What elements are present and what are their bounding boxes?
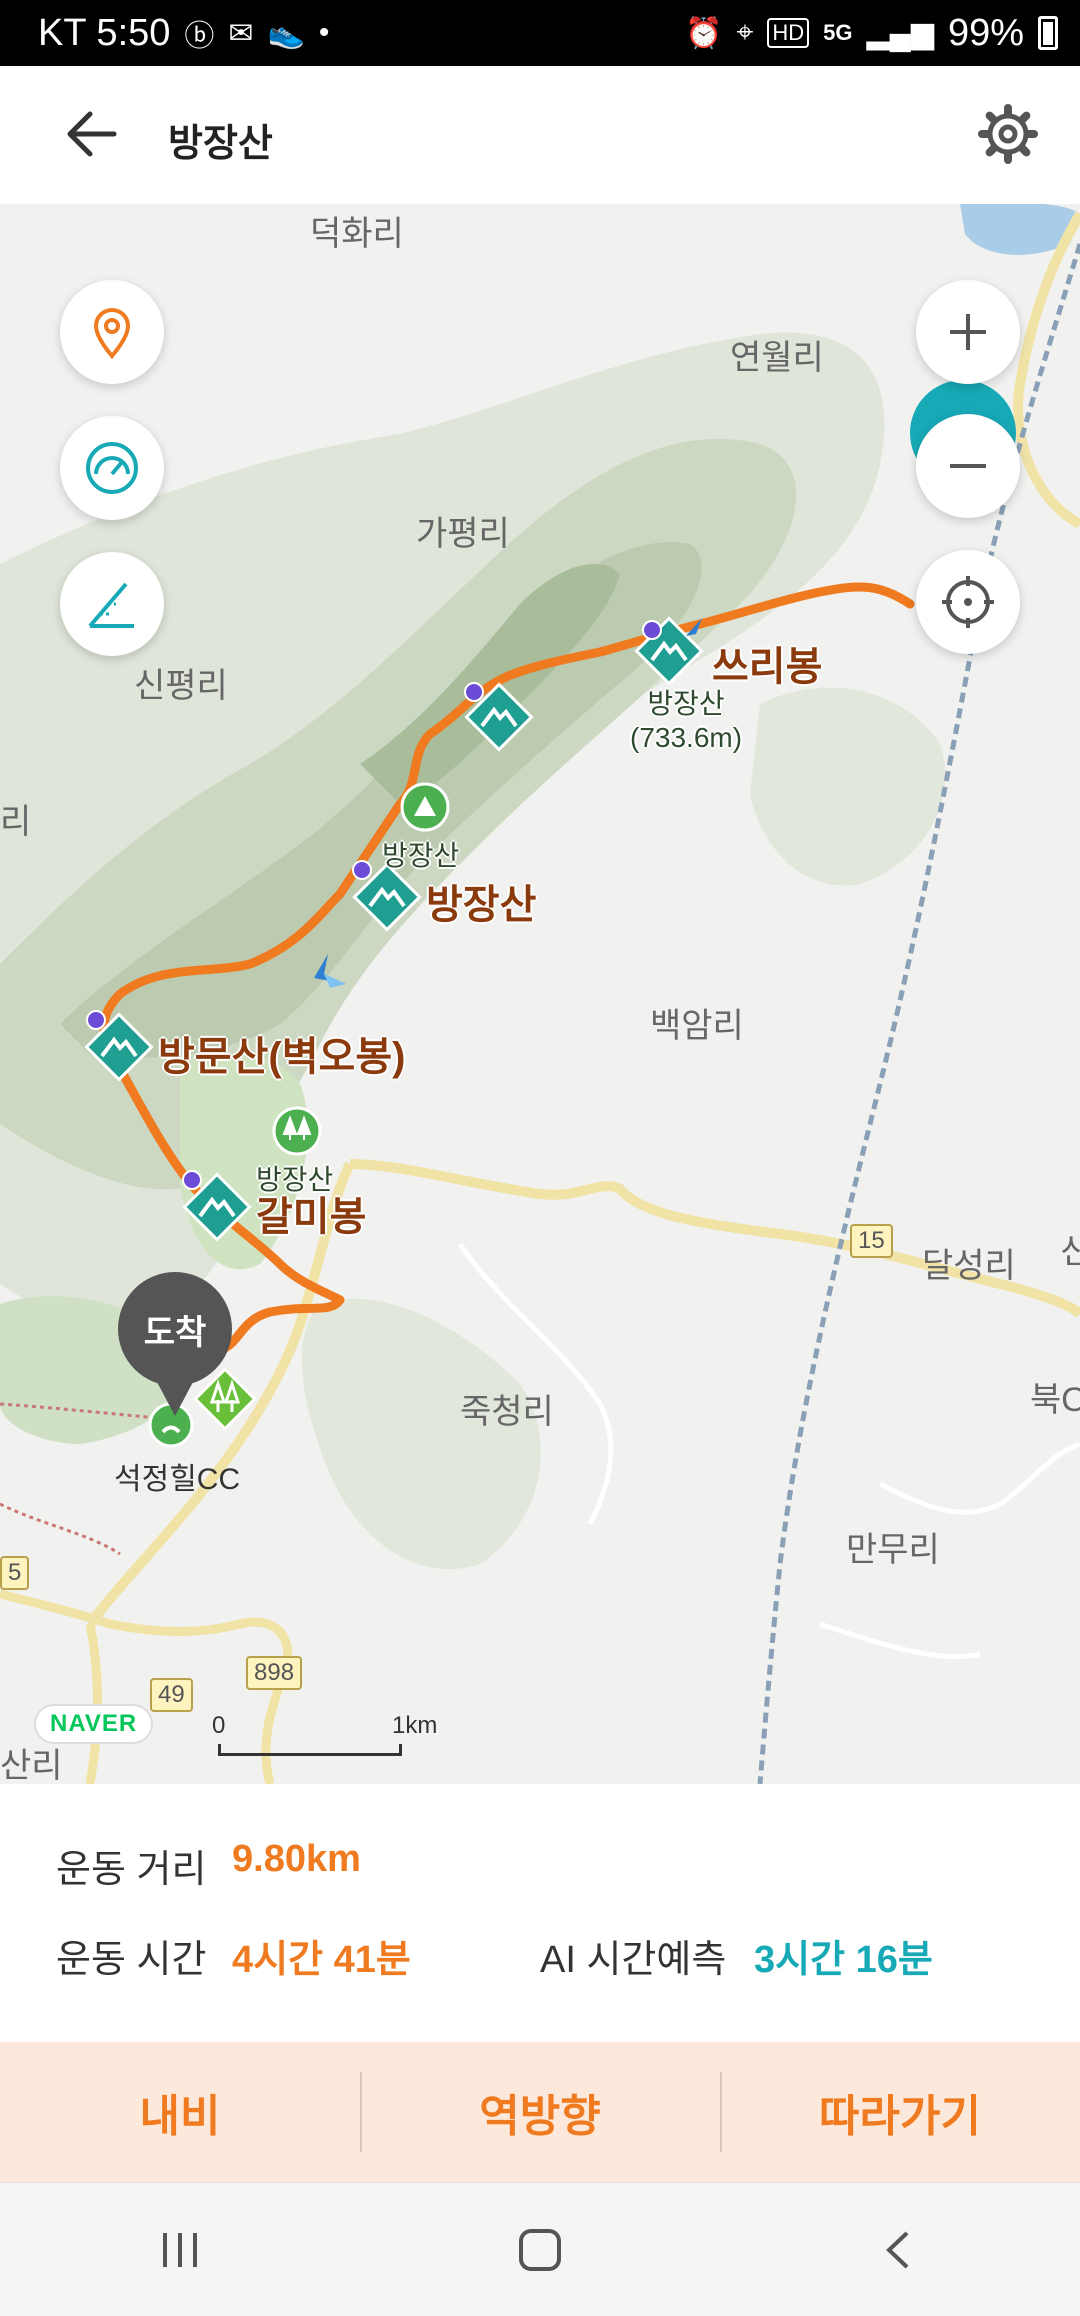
distance-label: 운동 거리 [56, 1849, 207, 1891]
gauge-icon [86, 442, 138, 494]
place-label: 가평리 [416, 515, 510, 553]
peak-label: 방장산 [426, 883, 537, 927]
app-header: 방장산 [0, 66, 1080, 204]
network-label: 5G [823, 20, 853, 45]
back-nav-button[interactable] [840, 2205, 960, 2295]
hd-badge: HD [767, 18, 810, 48]
place-label: 리 [0, 803, 32, 841]
time-label: 운동 시간 [56, 1939, 207, 1981]
dot-icon: • [318, 16, 330, 49]
road-number: 49 [150, 1678, 193, 1712]
stats-panel: 운동 거리 9.80km 운동 시간 4시간 41분 AI 시간예측 3시간 1… [0, 1784, 1080, 2042]
screen: KT 5:50 ⓑ ✉ 👟 • ⏰ ⌖ HD 5G ▂▄▆ 99% 방장산 덕화… [0, 0, 1080, 2316]
crosshair-icon [942, 576, 994, 628]
chevron-left-icon [886, 2231, 909, 2268]
navigate-button[interactable]: 내비 [0, 2042, 360, 2182]
location-icon: ⌖ [736, 16, 754, 49]
status-bar: KT 5:50 ⓑ ✉ 👟 • ⏰ ⌖ HD 5G ▂▄▆ 99% [0, 0, 1080, 66]
direction-arrow-icon [686, 618, 702, 636]
place-label: 석정힐CC [114, 1463, 241, 1496]
map-view[interactable]: 덕화리 연월리 가평리 신평리 리 백암리 달성리 신 죽청리 북O 만무리 산… [0, 204, 1080, 1784]
summit-dot-icon [352, 860, 372, 880]
forest-label: 방장산 [256, 1164, 334, 1195]
reverse-button[interactable]: 역방향 [360, 2042, 720, 2182]
place-label: 백암리 [650, 1007, 744, 1045]
minus-icon [950, 464, 986, 468]
slope-icon [88, 582, 134, 628]
gear-icon [978, 104, 1038, 164]
zoom-in-button[interactable] [916, 280, 1020, 384]
plus-icon [950, 314, 986, 350]
scale-start: 0 [212, 1712, 226, 1739]
map-pin-icon [93, 308, 131, 360]
speed-gauge-button[interactable] [60, 416, 164, 520]
place-label: 덕화리 [310, 215, 404, 253]
direction-arrow-icon [314, 954, 346, 988]
location-pin-button[interactable] [60, 280, 164, 384]
road-number: 898 [246, 1656, 303, 1690]
ai-estimate-label: AI 시간예측 [540, 1939, 727, 1981]
place-label: 연월리 [730, 339, 824, 377]
alarm-icon: ⏰ [685, 16, 723, 50]
system-nav-bar [0, 2182, 1080, 2316]
home-icon [519, 2228, 561, 2271]
distance-value: 9.80km [232, 1838, 361, 1880]
message-icon: ✉ [228, 16, 254, 50]
road-number: 5 [0, 1556, 30, 1590]
follow-button[interactable]: 따라가기 [720, 2042, 1080, 2182]
summit-dot-icon [182, 1170, 202, 1190]
battery-icon [1038, 16, 1058, 50]
arrow-left-icon [67, 111, 117, 157]
forest-icon[interactable] [272, 1106, 322, 1156]
place-label: 만무리 [846, 1531, 940, 1569]
campsite-label: 방장산 [382, 840, 460, 871]
zoom-out-button[interactable] [916, 414, 1020, 518]
shoe-icon: 👟 [267, 16, 305, 50]
road-number: 15 [850, 1224, 893, 1258]
time-value: 4시간 41분 [232, 1939, 411, 1981]
battery-percent: 99% [947, 11, 1024, 54]
back-button[interactable] [62, 106, 122, 162]
elevation-button[interactable] [60, 552, 164, 656]
scale-bar [218, 1744, 402, 1756]
carrier-time: KT 5:50 [38, 11, 171, 54]
action-bar: 내비 역방향 따라가기 [0, 2042, 1080, 2182]
home-button[interactable] [480, 2205, 600, 2295]
place-label: 북O [1030, 1381, 1080, 1419]
summit-dot-icon [464, 682, 484, 702]
summit-dot-icon [86, 1010, 106, 1030]
recent-apps-icon [163, 2232, 197, 2267]
notification-icon: ⓑ [184, 20, 215, 53]
summit-dot-icon [642, 620, 662, 640]
ai-estimate-value: 3시간 16분 [754, 1939, 933, 1981]
peak-label: 방문산(벽오봉) [158, 1035, 406, 1079]
recent-apps-button[interactable] [120, 2205, 240, 2295]
place-label: 죽청리 [460, 1393, 554, 1431]
arrival-pin[interactable]: 도착 [118, 1272, 232, 1416]
summit-label: 방장산 (733.6m) [630, 688, 743, 753]
place-label: 신평리 [134, 667, 228, 705]
scale-end: 1km [392, 1712, 438, 1739]
settings-button[interactable] [976, 102, 1040, 166]
page-title: 방장산 [168, 123, 273, 165]
my-location-button[interactable] [916, 550, 1020, 654]
place-label: 신 [1060, 1233, 1080, 1271]
place-label: 산리 [0, 1747, 63, 1784]
naver-logo: NAVER [34, 1704, 154, 1744]
signal-icon: ▂▄▆ [866, 16, 934, 50]
place-label: 달성리 [922, 1247, 1016, 1285]
campsite-icon[interactable] [400, 782, 450, 832]
